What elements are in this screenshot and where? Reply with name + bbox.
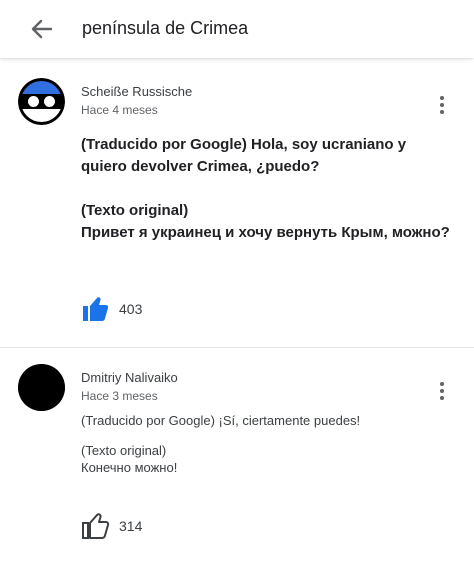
- like-button[interactable]: [80, 295, 110, 323]
- translated-text: (Traducido por Google) ¡Sí, ciertamente …: [81, 413, 361, 428]
- back-button[interactable]: [26, 15, 56, 43]
- avatar[interactable]: [18, 78, 65, 125]
- comment-text: (Traducido por Google) Hola, soy ucrania…: [81, 134, 451, 244]
- like-count: 314: [119, 518, 143, 534]
- avatar[interactable]: [18, 364, 65, 411]
- comment-author[interactable]: Scheiße Russische: [81, 84, 192, 99]
- like-button[interactable]: [80, 512, 110, 540]
- comment-text: (Traducido por Google) ¡Sí, ciertamente …: [81, 412, 451, 476]
- more-options-button[interactable]: [432, 378, 452, 404]
- comment-time: Hace 3 meses: [81, 389, 158, 403]
- more-options-button[interactable]: [432, 92, 452, 118]
- original-label: (Texto original): [81, 443, 167, 458]
- search-query[interactable]: península de Crimea: [82, 18, 248, 39]
- arrow-left-icon: [31, 19, 53, 39]
- comment-card: Scheiße Russische Hace 4 meses (Traducid…: [0, 62, 474, 347]
- original-text: Конечно можно!: [81, 460, 178, 475]
- thumbs-up-filled-icon: [83, 297, 109, 321]
- like-count: 403: [119, 301, 143, 317]
- thumbs-up-outline-icon: [82, 513, 110, 539]
- comment-author[interactable]: Dmitriy Nalivaiko: [81, 370, 178, 385]
- estonia-countryball-avatar-icon: [18, 78, 65, 125]
- comment-card: Dmitriy Nalivaiko Hace 3 meses (Traducid…: [0, 348, 474, 570]
- translated-text: (Traducido por Google) Hola, soy ucrania…: [81, 136, 407, 175]
- original-label: (Texto original): [81, 202, 189, 219]
- original-text: Привет я украинец и хочу вернуть Крым, м…: [81, 224, 450, 241]
- top-bar: península de Crimea: [0, 0, 474, 58]
- comment-time: Hace 4 meses: [81, 103, 158, 117]
- black-circle-avatar-icon: [18, 364, 65, 411]
